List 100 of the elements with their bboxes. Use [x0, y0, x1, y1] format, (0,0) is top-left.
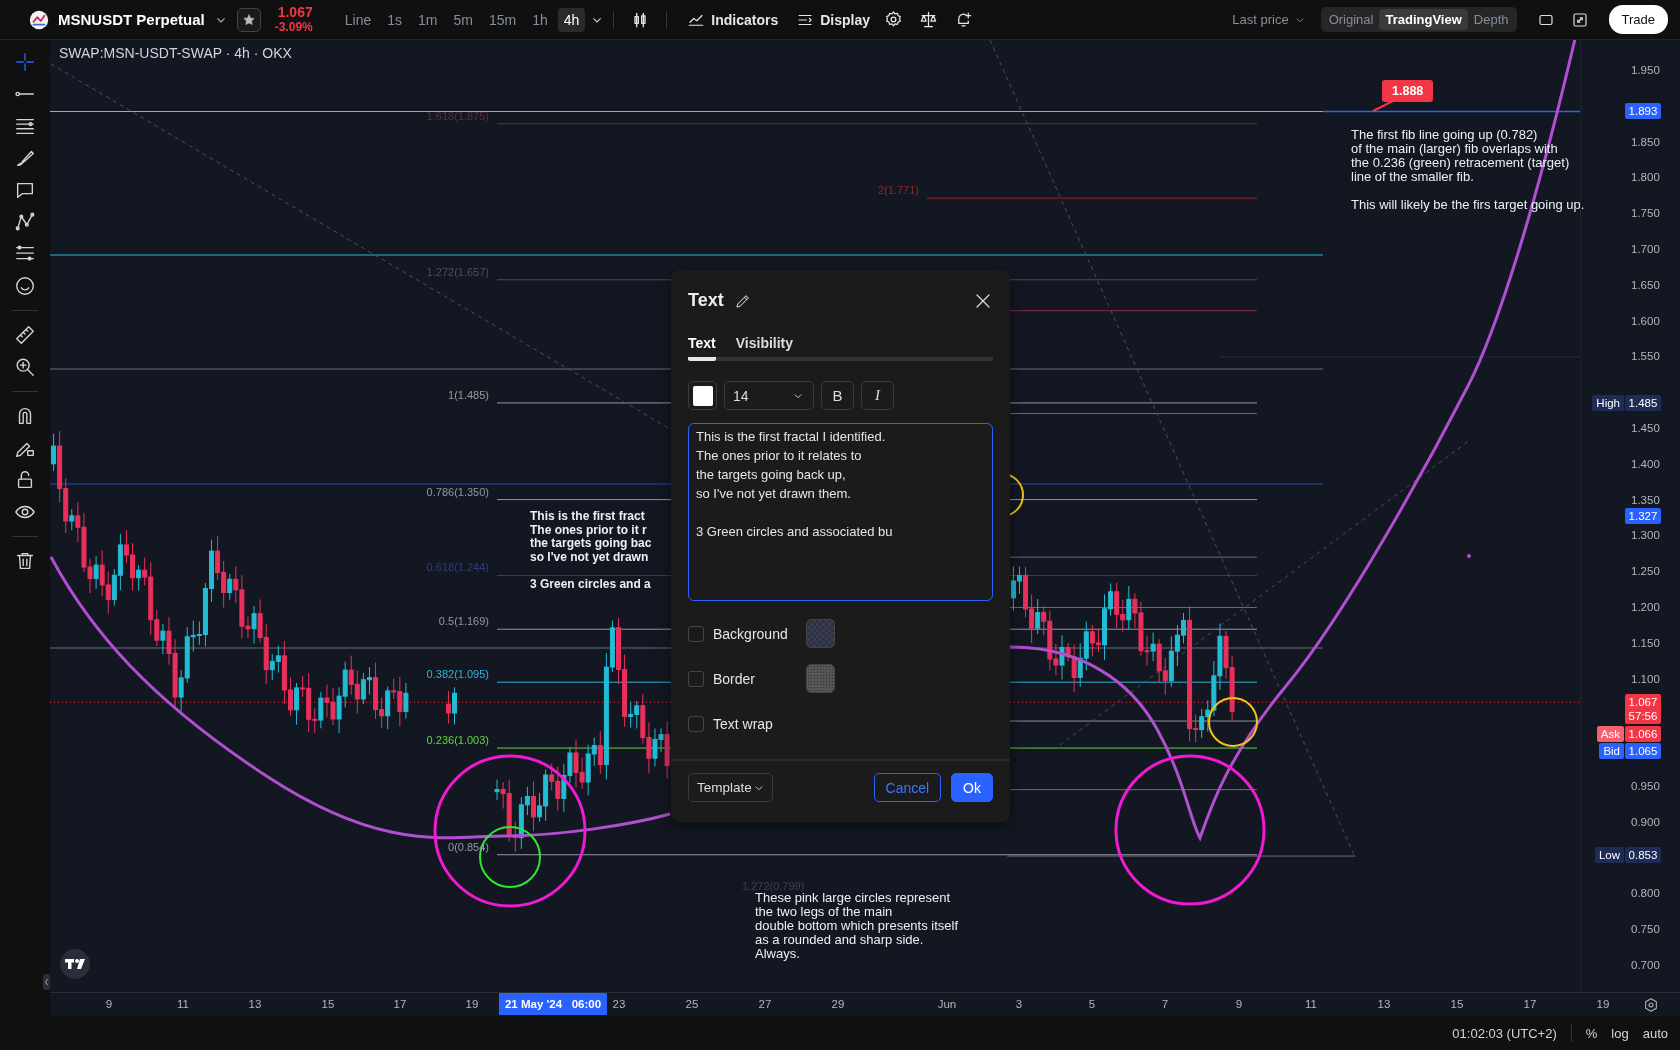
- checkbox-label: Background: [713, 625, 789, 642]
- display-button[interactable]: Display: [790, 6, 876, 33]
- price-tick: 1.200: [1631, 600, 1660, 614]
- price-tick: 1.750: [1631, 206, 1660, 221]
- last-price-badge: 1.067 57:56: [1625, 694, 1661, 725]
- interval-tab[interactable]: 4h: [557, 7, 586, 32]
- time-tick: 11: [177, 998, 189, 1010]
- dialog-title: Text: [688, 290, 724, 311]
- time-tick: 25: [685, 998, 699, 1010]
- font-size-select[interactable]: 14: [724, 381, 814, 410]
- bold-button[interactable]: B: [821, 381, 854, 410]
- scale-option[interactable]: auto: [1642, 1025, 1668, 1041]
- price-tick: 0.700: [1631, 958, 1660, 972]
- time-tick: 21 May '24 06:00: [498, 993, 608, 1015]
- interval-tab[interactable]: 1s: [381, 7, 408, 32]
- time-tick: 9: [1235, 998, 1243, 1010]
- time-tick: 19: [1596, 998, 1610, 1010]
- time-tick: 5: [1088, 998, 1096, 1010]
- price-tick: 1.800: [1631, 170, 1660, 185]
- price-tick: 1.150: [1631, 635, 1660, 650]
- price-badge: 1.893: [1625, 102, 1661, 119]
- time-tick: 13: [1377, 998, 1391, 1010]
- price-source-dropdown[interactable]: Last price: [1226, 11, 1313, 28]
- fib-level-label: 0.5(1.169): [437, 615, 490, 629]
- fib-level-label: 1.272(1.657): [425, 265, 490, 279]
- price-tick: 1.400: [1631, 456, 1660, 471]
- price-tick: 1.650: [1631, 277, 1660, 292]
- template-dropdown[interactable]: Template: [688, 773, 773, 802]
- badge-label: High: [1592, 394, 1624, 411]
- time-zone-label[interactable]: 01:02:03 (UTC+2): [1452, 1025, 1557, 1041]
- interval-tab[interactable]: 15m: [482, 7, 523, 32]
- price-tick: 0.800: [1631, 886, 1660, 901]
- price-badge: 1.065: [1625, 743, 1661, 760]
- interval-tab[interactable]: Line: [338, 7, 378, 32]
- scale-option[interactable]: log: [1611, 1025, 1629, 1041]
- interval-tab[interactable]: 5m: [447, 7, 479, 32]
- price-tick: 0.750: [1631, 922, 1660, 937]
- price-tick: 0.950: [1631, 779, 1660, 793]
- time-tick: Jun: [937, 998, 957, 1010]
- indicators-button[interactable]: Indicators: [681, 6, 785, 33]
- price-tick: 1.300: [1631, 528, 1660, 543]
- dialog-tab[interactable]: Visibility: [735, 335, 794, 361]
- fib-level-label: 0.382(1.095): [425, 668, 490, 682]
- view-tab[interactable]: Depth: [1467, 9, 1515, 30]
- price-tick: 1.100: [1631, 671, 1660, 686]
- italic-button[interactable]: I: [861, 381, 894, 410]
- checkbox-label: Text wrap: [713, 715, 774, 732]
- time-tick: 19: [465, 998, 479, 1010]
- time-tick: 17: [393, 998, 407, 1010]
- fib-level-label: 2(1.771): [877, 184, 920, 198]
- time-tick: 11: [1305, 998, 1317, 1010]
- fib-level-label: 0.786(1.350): [425, 485, 490, 499]
- interval-tab[interactable]: 1h: [526, 7, 554, 32]
- fib-level-label: 0.618(1.244): [425, 561, 490, 575]
- time-tick: 9: [105, 998, 113, 1010]
- fib-level-label: 1(1.485): [447, 388, 490, 402]
- trade-button[interactable]: Trade: [1608, 5, 1668, 34]
- time-tick: 27: [758, 998, 772, 1010]
- time-tick: 7: [1161, 998, 1169, 1010]
- scale-option[interactable]: %: [1585, 1025, 1598, 1041]
- time-tick: 13: [248, 998, 262, 1010]
- chart-annotation: These pink large circles represent the two legs of the main double bottom which presents itself as a rounded and sharp side. Always.: [755, 891, 959, 961]
- text-input[interactable]: This is the first fractal I identified. The ones prior to it relates to the targets going back up, so I've not yet drawn them. 3 Green circles and associated bu: [688, 423, 993, 601]
- price-tick: 1.700: [1631, 242, 1660, 256]
- ok-button[interactable]: Ok: [951, 773, 993, 802]
- badge-label: Low: [1594, 847, 1624, 864]
- view-tab[interactable]: Original: [1322, 9, 1380, 30]
- time-tick: 29: [831, 998, 845, 1010]
- badge-label: Bid: [1599, 743, 1624, 760]
- view-tab[interactable]: TradingView: [1379, 9, 1468, 30]
- dialog-tab[interactable]: Text: [688, 335, 716, 361]
- price-tick: 1.250: [1631, 564, 1660, 579]
- checkbox-label: Border: [713, 670, 757, 687]
- price-badge: 1.066: [1625, 726, 1661, 743]
- price-tick: 1.450: [1631, 421, 1660, 435]
- price-tick: 1.550: [1631, 349, 1660, 364]
- fib-level-label: 1.618(1.875): [425, 109, 490, 123]
- chart-annotation: This is the first fract The ones prior to it r the targets going bac so I've not yet drawn 3 Green circles and a: [530, 510, 652, 591]
- symbol-label: SWAP:MSN-USDT-SWAP · 4h · OKX: [59, 45, 292, 61]
- price-badge: 0.853: [1625, 847, 1661, 864]
- price-tick: 1.350: [1631, 492, 1660, 507]
- price-tick: 1.850: [1631, 134, 1660, 149]
- interval-tab[interactable]: 1m: [412, 7, 444, 32]
- time-tick: 15: [321, 998, 335, 1010]
- price-badge: 1.485: [1625, 394, 1661, 411]
- fib-level-label: 0.236(1.003): [425, 734, 490, 748]
- price-callout: 1.888: [1382, 80, 1434, 102]
- symbol-title[interactable]: MSNUSDT Perpetual: [58, 11, 205, 28]
- price-change: -3.09%: [274, 19, 313, 35]
- price-tick: 0.900: [1631, 814, 1660, 829]
- time-tick: 17: [1523, 998, 1537, 1010]
- time-tick: 3: [1015, 998, 1023, 1010]
- price-badge: 1.327: [1625, 508, 1661, 525]
- price-tick: 1.600: [1631, 313, 1660, 328]
- last-price: 1.067: [277, 4, 313, 20]
- time-tick: 23: [612, 998, 626, 1010]
- cancel-button[interactable]: Cancel: [873, 773, 942, 802]
- price-tick: 1.950: [1631, 63, 1660, 77]
- badge-label: Ask: [1596, 726, 1624, 743]
- time-tick: 15: [1450, 998, 1464, 1010]
